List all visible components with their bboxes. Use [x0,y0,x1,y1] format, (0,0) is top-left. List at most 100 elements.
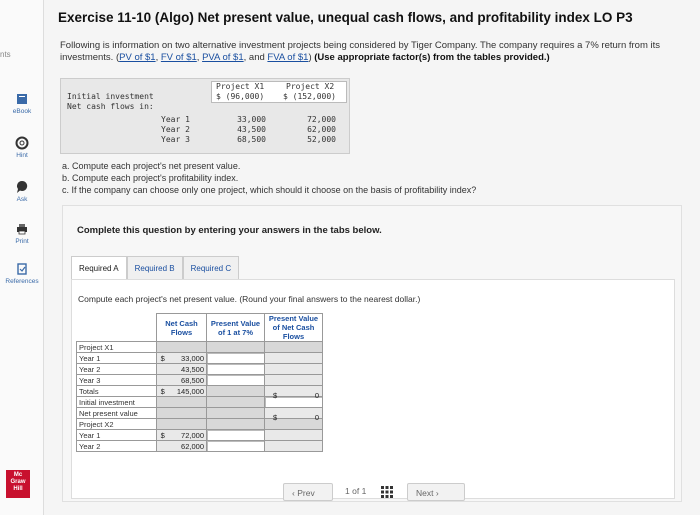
year-label: Year 2 [161,125,190,134]
table-row: Totals $ 145,000 $ 0 [76,385,323,400]
x2-value: 72,000 [307,115,336,124]
pv-factor-input[interactable] [206,363,265,375]
sidebar-item-label: Print [15,238,29,245]
row-label: Initial investment [76,396,157,408]
lifebuoy-icon [15,136,29,150]
grid-header-blank [77,314,157,342]
investment-data-table: Project X1 $ (96,000) Project X2 $ (152,… [60,78,350,154]
x1-value: 43,500 [237,125,266,134]
row-label: Project X1 [76,341,157,353]
table-row: Initial investment [76,396,323,408]
table-row: Year 3 68,500 [76,374,323,386]
task-item: c. If the company can choose only one pr… [62,185,477,195]
sidebar-item-ebook[interactable]: eBook [0,92,44,115]
x1-value: 33,000 [237,115,266,124]
pv-total-value: 0 [314,391,319,400]
sidebar: nts eBook Hint Ask Print References Mc G… [0,0,44,515]
sidebar-item-print[interactable]: Print [0,222,44,245]
row-label: Project X2 [76,418,157,430]
grid-menu-icon[interactable] [381,486,393,498]
tab-required-b[interactable]: Required B [126,256,183,280]
row-label: Net present value [76,407,157,419]
complete-instruction: Complete this question by entering your … [77,225,382,236]
npv-value: 0 [314,413,319,422]
col-value-x2-investment: $ (152,000) [283,92,336,101]
pv-factor-input[interactable] [206,374,265,386]
speech-bubble-icon [17,180,28,193]
book-icon [17,94,27,104]
pv-value-cell [264,352,323,364]
task-item: b. Compute each project's profitability … [62,173,239,183]
pv-factor-input[interactable] [206,429,265,441]
pv-value-cell [264,363,323,375]
grid-header-pv-net-cash-flows: Present Value of Net Cash Flows [264,313,323,342]
link-fva-of-1[interactable]: FVA of $1 [267,52,308,63]
sidebar-cut-text: nts [0,50,11,59]
cash-flow-value: 43,500 [168,363,207,375]
sidebar-item-label: Hint [16,152,28,159]
grid-header-pv-of-1: Present Value of 1 at 7% [206,313,265,342]
cash-flow-total: 145,000 [168,385,207,397]
row-label: Year 1 [76,429,157,441]
tab-instruction: Compute each project's net present value… [78,294,421,304]
link-pva-of-1[interactable]: PVA of $1 [202,52,244,63]
table-row: Year 1 $ 33,000 [76,352,323,364]
x1-value: 68,500 [237,135,266,144]
task-list: a. Compute each project's net present va… [62,160,476,196]
tab-required-c[interactable]: Required C [182,256,240,280]
table-row: Year 2 43,500 [76,363,323,375]
pv-value-cell [264,429,323,441]
table-row: Year 2 62,000 [76,440,323,452]
sidebar-item-label: Ask [16,196,28,203]
pv-factor-input[interactable] [206,352,265,364]
row-label: Year 3 [76,374,157,386]
sidebar-item-label: eBook [12,108,32,115]
tab-required-a[interactable]: Required A [71,256,127,280]
row-label: Year 2 [76,363,157,375]
pv-value-cell [264,374,323,386]
pv-factor-input[interactable] [206,440,265,452]
year-label: Year 3 [161,135,190,144]
next-button[interactable]: Next › [407,483,465,501]
col-header-x1: Project X1 [216,82,265,91]
tab-content: Compute each project's net present value… [71,279,675,499]
table-row: Net present value $ 0 [76,407,323,422]
col-header-x2: Project X2 [286,82,335,91]
year-label: Year 1 [161,115,190,124]
npv-grid: Net Cash Flows Present Value of 1 at 7% … [76,313,323,452]
row-label-initial-investment: Initial investment [67,92,154,101]
x2-value: 62,000 [307,125,336,134]
currency-symbol: $ [156,429,169,441]
page-indicator: 1 of 1 [345,486,367,496]
sidebar-item-label: References [5,278,39,285]
x2-value: 52,000 [307,135,336,144]
prev-button[interactable]: ‹ Prev [283,483,333,501]
chevron-right-icon: › [435,488,439,498]
currency-symbol: $ [156,385,169,397]
link-pv-of-1[interactable]: PV of $1 [119,52,155,63]
table-row: Project X1 [76,341,323,353]
row-label: Totals [76,385,157,397]
row-label: Year 1 [76,352,157,364]
cash-flow-value: 68,500 [168,374,207,386]
row-label: Year 2 [76,440,157,452]
col-value-x1-investment: $ (96,000) [216,92,265,101]
sidebar-item-references[interactable]: References [0,262,44,285]
mcgraw-hill-logo: Mc Graw Hill [6,470,30,498]
link-fv-of-1[interactable]: FV of $1 [161,52,197,63]
cash-flow-value: 33,000 [168,352,207,364]
sidebar-item-hint[interactable]: Hint [0,136,44,159]
tab-bar: Required A Required B Required C [71,256,240,280]
question-intro: Following is information on two alternat… [60,40,661,63]
intro-note: (Use appropriate factor(s) from the tabl… [314,52,550,63]
answer-panel: Complete this question by entering your … [62,205,682,502]
currency-symbol: $ [273,413,278,422]
chevron-left-icon: ‹ [292,488,295,498]
sidebar-item-ask[interactable]: Ask [0,180,44,203]
task-item: a. Compute each project's net present va… [62,161,241,171]
printer-icon [17,224,27,235]
page-title: Exercise 11-10 (Algo) Net present value,… [58,10,633,25]
pv-total-cell: $ 0 [264,385,323,400]
cash-flow-value: 62,000 [168,440,207,452]
document-icon [17,263,27,275]
